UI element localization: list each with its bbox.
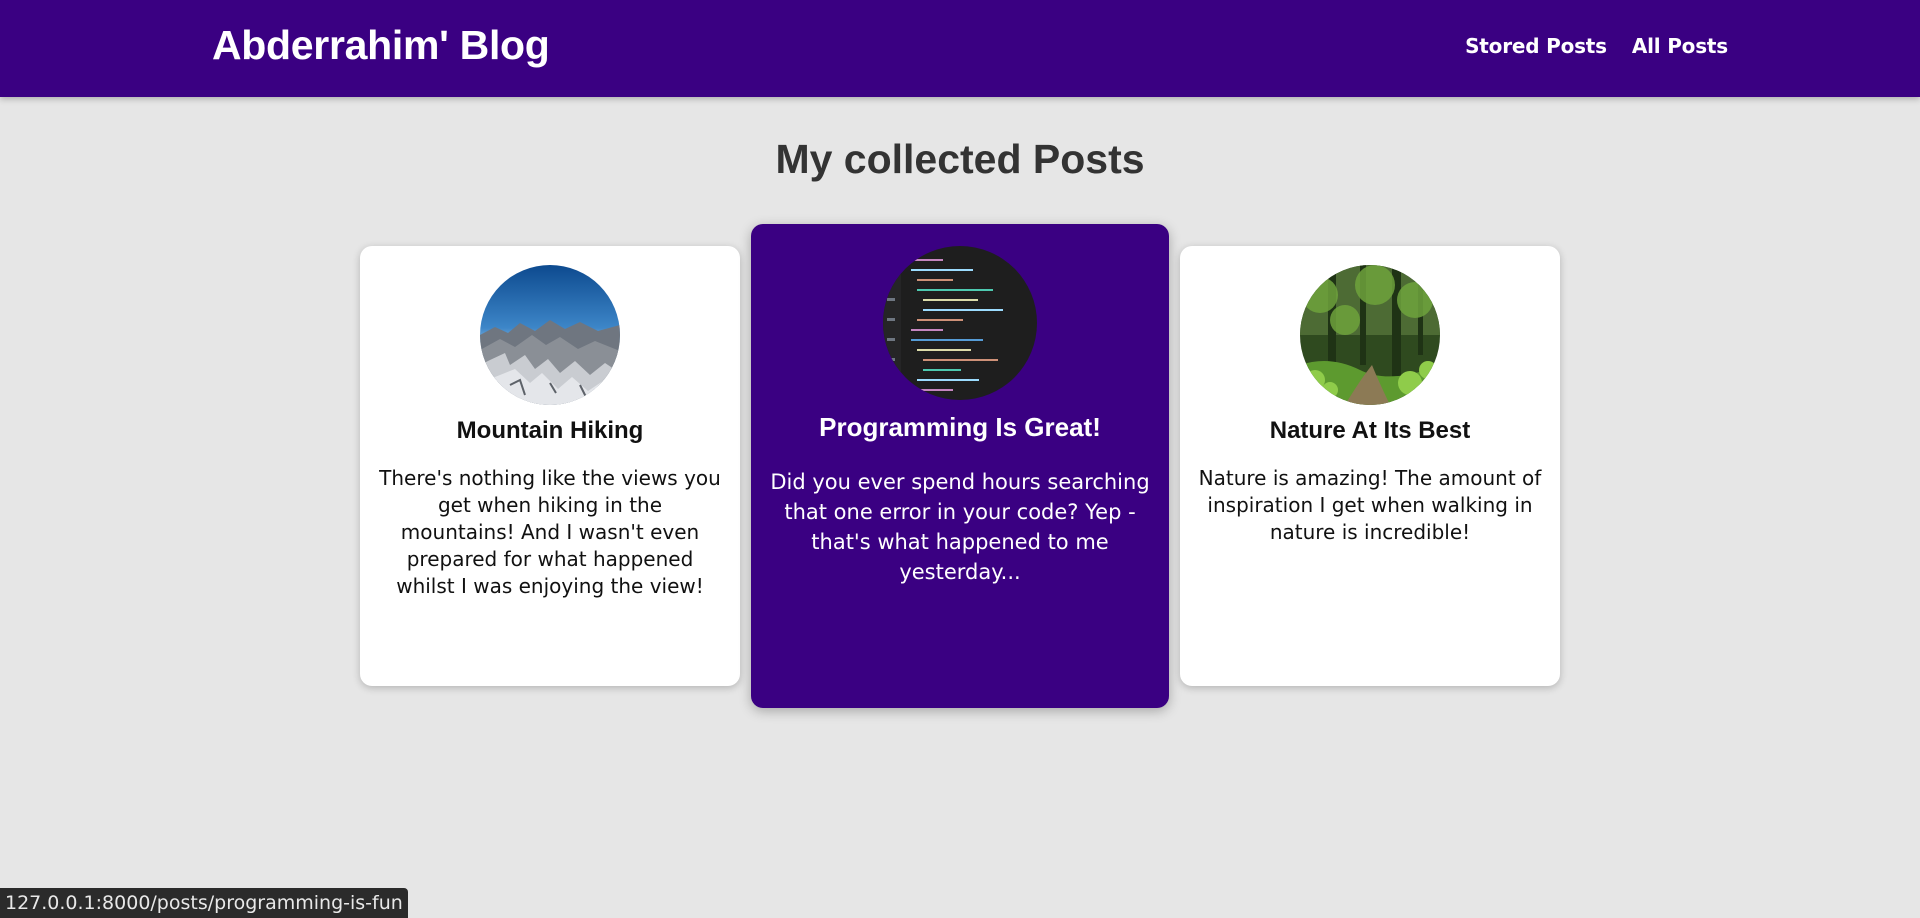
nav-stored-posts-link[interactable]: Stored Posts <box>1465 34 1607 58</box>
nav-all-posts-link[interactable]: All Posts <box>1632 34 1728 58</box>
post-card-programming-is-great[interactable]: Programming Is Great! Did you ever spend… <box>751 224 1169 708</box>
post-title: Nature At Its Best <box>1269 417 1471 444</box>
post-excerpt: Nature is amazing! The amount of inspira… <box>1198 466 1542 544</box>
site-brand-link[interactable]: Abderrahim' Blog <box>212 22 550 69</box>
link-preview-status-bar: 127.0.0.1:8000/posts/programming-is-fun <box>0 888 408 918</box>
post-card-nature-at-its-best[interactable]: Nature At Its Best Nature is amazing! Th… <box>1180 246 1560 686</box>
post-excerpt: There's nothing like the views you get w… <box>379 466 721 598</box>
site-header: Abderrahim' Blog Stored Posts All Posts <box>0 0 1920 97</box>
page-title: My collected Posts <box>775 136 1145 182</box>
mountain-image <box>480 265 620 405</box>
main-nav: Stored Posts All Posts <box>1465 34 1728 58</box>
post-title: Mountain Hiking <box>456 417 644 444</box>
code-image <box>883 246 1037 400</box>
post-excerpt: Did you ever spend hours searching that … <box>770 470 1150 584</box>
post-title: Programming Is Great! <box>819 412 1101 442</box>
post-card-mountain-hiking[interactable]: Mountain Hiking There's nothing like the… <box>360 246 740 686</box>
forest-image <box>1300 265 1440 405</box>
